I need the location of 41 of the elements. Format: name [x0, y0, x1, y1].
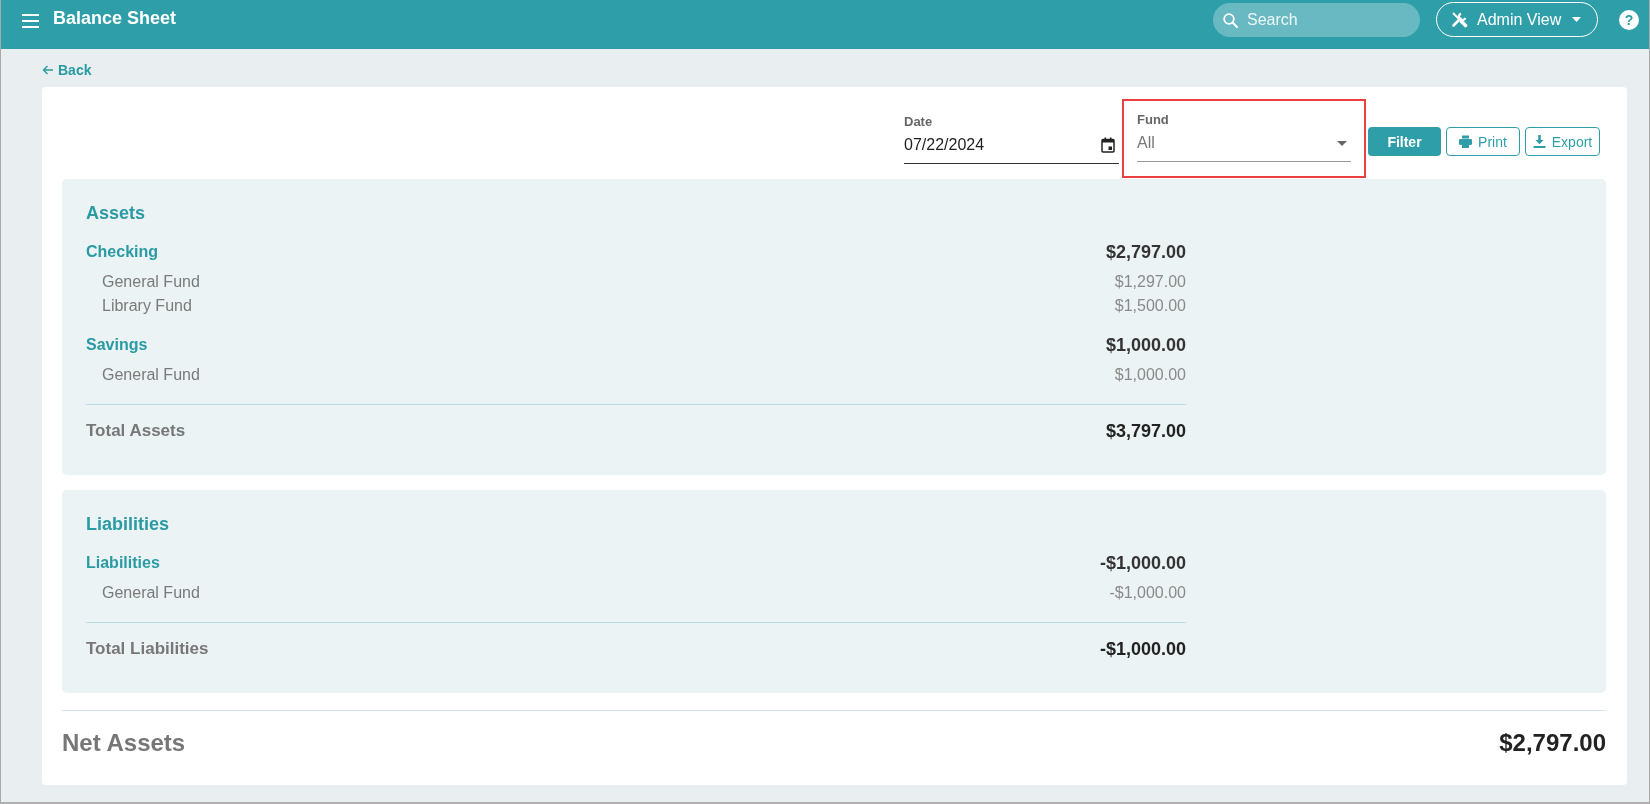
fund-label: Library Fund: [102, 296, 192, 316]
calendar-icon[interactable]: [1101, 136, 1115, 153]
section-title: Liabilities: [86, 513, 170, 536]
filter-button[interactable]: Filter: [1368, 127, 1441, 156]
net-assets-amount: $2,797.00: [1499, 728, 1606, 758]
fund-amount: $1,500.00: [1114, 296, 1186, 316]
menu-icon[interactable]: [22, 14, 39, 28]
arrow-left-icon: [42, 65, 54, 75]
date-input[interactable]: 07/22/2024: [904, 133, 1119, 164]
account-group-amount: $2,797.00: [1105, 241, 1186, 264]
page-title: Balance Sheet: [53, 7, 177, 30]
total-label: Total Assets: [86, 420, 186, 442]
tools-icon: [1451, 11, 1468, 28]
download-icon: [1532, 135, 1546, 148]
total-label: Total Liabilities: [86, 638, 209, 660]
fund-label: General Fund: [102, 272, 200, 292]
fund-amount: $1,000.00: [1114, 365, 1186, 385]
help-button[interactable]: ?: [1619, 10, 1639, 30]
account-group-amount: $1,000.00: [1105, 334, 1186, 357]
caret-icon: [1337, 140, 1347, 146]
caret-icon: [1572, 17, 1582, 22]
select-field[interactable]: All: [1137, 132, 1351, 162]
fund-label: General Fund: [102, 365, 200, 385]
back-link[interactable]: Back: [42, 61, 92, 79]
export-button[interactable]: Export: [1525, 127, 1600, 156]
fund-label: General Fund: [102, 583, 200, 603]
section-title: Assets: [86, 202, 146, 225]
net-assets-label: Net Assets: [62, 728, 186, 758]
total-amount: $3,797.00: [1105, 420, 1186, 443]
account-group-amount: -$1,000.00: [1099, 552, 1186, 575]
fund-amount: -$1,000.00: [1109, 583, 1186, 603]
printer-icon: [1459, 135, 1473, 148]
account-group-label: Savings: [86, 335, 148, 355]
fund-amount: $1,297.00: [1114, 272, 1186, 292]
print-button[interactable]: Print: [1446, 127, 1520, 156]
field-label: Date: [904, 113, 933, 130]
total-amount: -$1,000.00: [1099, 638, 1186, 661]
account-group-label: Checking: [86, 242, 158, 262]
account-group-label: Liabilities: [86, 553, 160, 573]
search-icon: [1223, 13, 1238, 28]
field-label: Fund: [1137, 112, 1169, 128]
